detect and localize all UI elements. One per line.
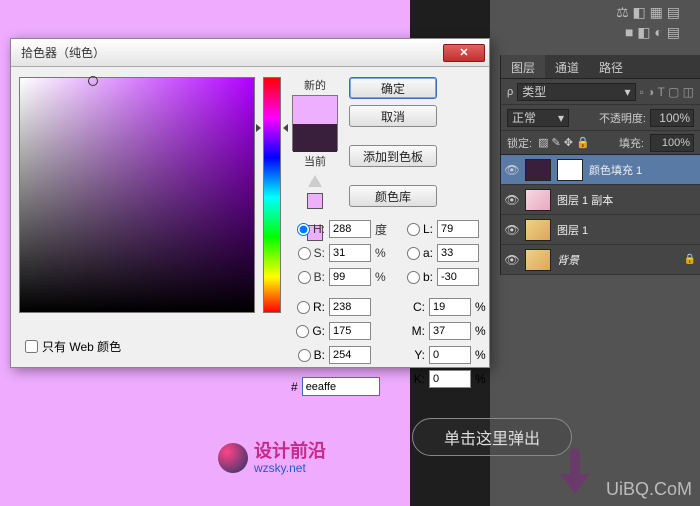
l-radio[interactable] bbox=[407, 223, 420, 236]
gamut-swatch[interactable] bbox=[307, 193, 323, 209]
dialog-titlebar[interactable]: 拾色器（纯色） ✕ bbox=[11, 39, 489, 67]
chevron-down-icon: ▾ bbox=[625, 85, 631, 99]
h-radio[interactable] bbox=[297, 223, 310, 236]
lock-label: 锁定: bbox=[507, 135, 532, 151]
lock-icon: 🔒 bbox=[684, 254, 696, 265]
layer-thumb[interactable] bbox=[525, 189, 551, 211]
rgb-b-input[interactable] bbox=[329, 346, 371, 364]
swatch-current[interactable] bbox=[293, 124, 337, 152]
y-input[interactable] bbox=[429, 346, 471, 364]
lock-icons[interactable]: ▨ ✎ ✥ 🔒 bbox=[538, 136, 590, 149]
a-radio[interactable] bbox=[407, 247, 420, 260]
hue-slider[interactable] bbox=[263, 77, 281, 313]
layer-thumb[interactable] bbox=[525, 159, 551, 181]
filter-type-label: ρ bbox=[507, 86, 513, 98]
tab-channels[interactable]: 通道 bbox=[545, 55, 589, 78]
filter-icons[interactable]: ▫ ◑ T ▢ ◫ bbox=[640, 85, 694, 99]
s-input[interactable] bbox=[329, 244, 371, 262]
c-input[interactable] bbox=[429, 298, 471, 316]
dialog-title: 拾色器（纯色） bbox=[15, 44, 443, 61]
s-radio[interactable] bbox=[298, 247, 311, 260]
r-input[interactable] bbox=[329, 298, 371, 316]
new-label: 新的 bbox=[304, 77, 326, 93]
options-bar-icons-2: ■ ◧ ◐ ▤ bbox=[625, 24, 680, 41]
fill-label: 填充: bbox=[619, 135, 644, 151]
options-bar-icons: ⚖ ◧ ▦ ▤ bbox=[616, 4, 680, 21]
visibility-icon[interactable]: 👁 bbox=[505, 223, 519, 237]
cancel-button[interactable]: 取消 bbox=[349, 105, 437, 127]
web-only-checkbox-label[interactable]: 只有 Web 颜色 bbox=[25, 338, 121, 355]
logo-orb-icon bbox=[218, 443, 248, 473]
b-radio[interactable] bbox=[298, 271, 311, 284]
layer-row[interactable]: 👁 图层 1 副本 bbox=[501, 185, 700, 215]
layer-mask-thumb[interactable] bbox=[557, 159, 583, 181]
layers-panel: 图层 通道 路径 ρ 类型▾ ▫ ◑ T ▢ ◫ 正常▾ 不透明度: 100% … bbox=[500, 55, 700, 275]
s-radio-label[interactable]: S: bbox=[299, 246, 327, 260]
b-radio-label[interactable]: B: bbox=[299, 270, 327, 284]
filter-type-select[interactable]: 类型▾ bbox=[517, 83, 635, 101]
g-radio[interactable] bbox=[296, 325, 309, 338]
hex-label: # bbox=[291, 380, 298, 394]
visibility-icon[interactable]: 👁 bbox=[505, 163, 519, 177]
tab-paths[interactable]: 路径 bbox=[589, 55, 633, 78]
k-input[interactable] bbox=[429, 370, 471, 388]
blend-mode-select[interactable]: 正常▾ bbox=[507, 109, 569, 127]
watermark-logo: 设计前沿 wzsky.net bbox=[218, 442, 326, 475]
swatch-new bbox=[293, 96, 337, 124]
color-libraries-button[interactable]: 颜色库 bbox=[349, 185, 437, 207]
opacity-input[interactable]: 100% bbox=[650, 109, 694, 127]
close-icon: ✕ bbox=[459, 46, 468, 59]
m-input[interactable] bbox=[429, 322, 471, 340]
layer-row[interactable]: 👁 图层 1 bbox=[501, 215, 700, 245]
h-radio-label[interactable]: H: bbox=[299, 222, 327, 236]
web-only-checkbox[interactable] bbox=[25, 340, 38, 353]
g-input[interactable] bbox=[329, 322, 371, 340]
rgb-b-radio[interactable] bbox=[298, 349, 311, 362]
add-swatch-button[interactable]: 添加到色板 bbox=[349, 145, 437, 167]
b-input[interactable] bbox=[329, 268, 371, 286]
lab-b-input[interactable] bbox=[437, 268, 479, 286]
chevron-down-icon: ▾ bbox=[558, 111, 564, 125]
annotation-callout: 单击这里弹出 bbox=[412, 418, 572, 456]
ok-button[interactable]: 确定 bbox=[349, 77, 437, 99]
l-input[interactable] bbox=[437, 220, 479, 238]
layer-row[interactable]: 👁 颜色填充 1 bbox=[501, 155, 700, 185]
tab-layers[interactable]: 图层 bbox=[501, 55, 545, 78]
fill-input[interactable]: 100% bbox=[650, 134, 694, 152]
visibility-icon[interactable]: 👁 bbox=[505, 193, 519, 207]
visibility-icon[interactable]: 👁 bbox=[505, 253, 519, 267]
gamut-warning-icon[interactable] bbox=[308, 175, 322, 187]
opacity-label: 不透明度: bbox=[599, 110, 646, 126]
layer-thumb[interactable] bbox=[525, 249, 551, 271]
r-radio[interactable] bbox=[297, 301, 310, 314]
current-label: 当前 bbox=[304, 153, 326, 169]
picker-cursor bbox=[88, 76, 98, 86]
color-picker-dialog: 拾色器（纯色） ✕ 新的 当前 确定 取消 添加到色板 颜色库 bbox=[10, 38, 490, 368]
close-button[interactable]: ✕ bbox=[443, 44, 485, 62]
color-field[interactable] bbox=[19, 77, 255, 313]
hex-input[interactable] bbox=[302, 377, 380, 396]
watermark-text: UiBQ.CoM bbox=[606, 479, 692, 500]
layer-thumb[interactable] bbox=[525, 219, 551, 241]
layer-row[interactable]: 👁 背景 🔒 bbox=[501, 245, 700, 275]
annotation-arrow-icon bbox=[560, 448, 588, 496]
swatch-compare bbox=[292, 95, 338, 151]
a-input[interactable] bbox=[437, 244, 479, 262]
lab-b-radio[interactable] bbox=[407, 271, 420, 284]
h-input[interactable] bbox=[329, 220, 371, 238]
